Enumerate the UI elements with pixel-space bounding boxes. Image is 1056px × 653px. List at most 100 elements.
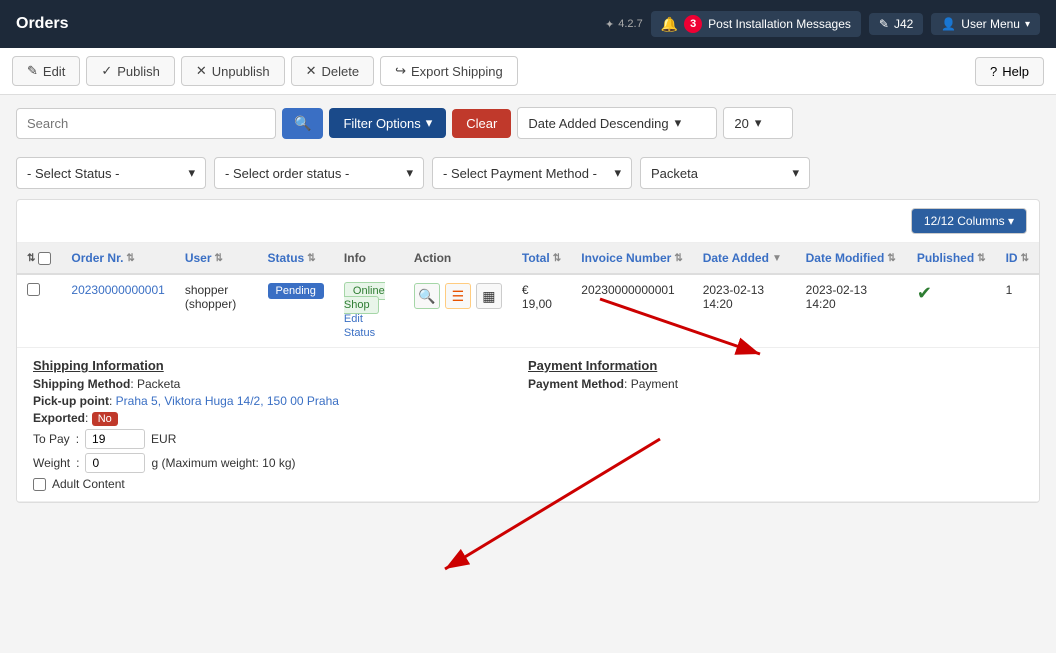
- td-date-modified: 2023-02-13 14:20: [796, 274, 907, 348]
- td-checkbox: [17, 274, 61, 348]
- notifications-label: Post Installation Messages: [708, 17, 851, 31]
- search-icon: 🔍: [294, 115, 311, 131]
- app-title: Orders: [16, 15, 605, 33]
- list-icon[interactable]: ☰: [445, 283, 471, 309]
- topay-label: To Pay: [33, 432, 70, 446]
- row-checkbox[interactable]: [27, 283, 40, 296]
- adult-content-label: Adult Content: [52, 477, 125, 491]
- search-button[interactable]: 🔍: [282, 108, 323, 139]
- notification-count: 3: [684, 15, 702, 33]
- pickup-link[interactable]: Praha 5, Viktora Huga 14/2, 150 00 Praha: [116, 394, 339, 408]
- j42-btn[interactable]: ✎ J42: [869, 13, 923, 35]
- payment-info-title: Payment Information: [528, 358, 1023, 373]
- shipping-select[interactable]: Packeta ▾: [640, 157, 810, 189]
- delete-icon: ✕: [306, 63, 317, 79]
- weight-label: Weight: [33, 456, 70, 470]
- order-status-select[interactable]: - Select order status - ▾: [214, 157, 424, 189]
- version-tag: ✦ 4.2.7: [605, 18, 643, 31]
- table-header-row: ⇅ Order Nr. ⇅ User ⇅: [17, 243, 1039, 274]
- x-icon: ✕: [196, 63, 207, 79]
- chevron-down-icon: ▾: [406, 165, 413, 181]
- payment-method-select[interactable]: - Select Payment Method - ▾: [432, 157, 632, 189]
- pickup-label: Pick-up point: [33, 394, 109, 408]
- content-area: 12/12 Columns ▾ ⇅ Order Nr. ⇅: [0, 199, 1056, 503]
- td-status: Pending: [258, 274, 334, 348]
- shipping-info-title: Shipping Information: [33, 358, 528, 373]
- help-icon: ?: [990, 64, 997, 79]
- orders-table-container: 12/12 Columns ▾ ⇅ Order Nr. ⇅: [16, 199, 1040, 503]
- th-id[interactable]: ID ⇅: [996, 243, 1039, 274]
- sort-select[interactable]: Date Added Descending ▾: [517, 107, 717, 139]
- info-grid: Shipping Information Shipping Method: Pa…: [33, 358, 1023, 491]
- edit-icon: ✎: [27, 63, 38, 79]
- weight-input[interactable]: [85, 453, 145, 473]
- published-check-icon: ✔: [917, 283, 932, 303]
- chevron-down-icon: ▾: [614, 165, 621, 181]
- orders-table: ⇅ Order Nr. ⇅ User ⇅: [17, 243, 1039, 502]
- unpublish-button[interactable]: ✕ Unpublish: [181, 56, 285, 86]
- shipping-info-col: Shipping Information Shipping Method: Pa…: [33, 358, 528, 491]
- th-action: Action: [404, 243, 512, 274]
- filter-options-button[interactable]: Filter Options ▾: [329, 108, 446, 138]
- publish-button[interactable]: ✓ Publish: [86, 56, 175, 86]
- user-menu-btn[interactable]: 👤 User Menu ▾: [931, 13, 1040, 35]
- user-icon: 👤: [941, 17, 956, 31]
- bell-icon: 🔔: [661, 16, 678, 33]
- columns-button[interactable]: 12/12 Columns ▾: [911, 208, 1027, 234]
- check-icon: ✓: [101, 63, 112, 79]
- chevron-down-icon: ▾: [792, 165, 799, 181]
- topay-input[interactable]: [85, 429, 145, 449]
- source-badge: Online Shop: [344, 282, 385, 314]
- th-date-modified[interactable]: Date Modified ⇅: [796, 243, 907, 274]
- adult-content-checkbox[interactable]: [33, 478, 46, 491]
- exported-row: Exported: No: [33, 411, 528, 425]
- payment-method-row: Payment Method: Payment: [528, 377, 1023, 391]
- delete-button[interactable]: ✕ Delete: [291, 56, 374, 86]
- order-link[interactable]: 20230000000001: [71, 283, 164, 297]
- user-name: shopper (shopper): [185, 283, 236, 311]
- select-all-checkbox[interactable]: [38, 252, 51, 265]
- view-icon[interactable]: 🔍: [414, 283, 440, 309]
- payment-method-label: Payment Method: [528, 377, 624, 391]
- exported-label: Exported: [33, 411, 85, 425]
- detail-row: Shipping Information Shipping Method: Pa…: [17, 348, 1039, 502]
- status-badge: Pending: [268, 283, 324, 299]
- status-select[interactable]: - Select Status - ▾: [16, 157, 206, 189]
- table-row: 20230000000001 shopper (shopper) Pending…: [17, 274, 1039, 348]
- td-invoice: 20230000000001: [571, 274, 692, 348]
- shipping-method-label: Shipping Method: [33, 377, 130, 391]
- th-user[interactable]: User ⇅: [175, 243, 258, 274]
- td-order-nr: 20230000000001: [61, 274, 174, 348]
- edit-status-link[interactable]: Edit Status: [344, 313, 375, 339]
- th-info: Info: [334, 243, 404, 274]
- exported-badge: No: [92, 412, 118, 426]
- td-info: Online Shop Edit Status: [334, 274, 404, 348]
- th-total[interactable]: Total ⇅: [512, 243, 571, 274]
- export-icon: ↪: [395, 63, 406, 79]
- td-user: shopper (shopper): [175, 274, 258, 348]
- filter-row: - Select Status - ▾ - Select order statu…: [0, 151, 1056, 199]
- th-checkbox: ⇅: [17, 243, 61, 274]
- chevron-down-icon: ▾: [675, 115, 682, 131]
- th-order-nr[interactable]: Order Nr. ⇅: [61, 243, 174, 274]
- th-date-added[interactable]: Date Added ▼: [693, 243, 796, 274]
- barcode-icon[interactable]: ▦: [476, 283, 502, 309]
- notifications-btn[interactable]: 🔔 3 Post Installation Messages: [651, 11, 861, 37]
- export-button[interactable]: ↪ Export Shipping: [380, 56, 518, 86]
- th-status[interactable]: Status ⇅: [258, 243, 334, 274]
- search-input[interactable]: [16, 108, 276, 139]
- th-published[interactable]: Published ⇅: [907, 243, 996, 274]
- td-date-added: 2023-02-13 14:20: [693, 274, 796, 348]
- chevron-down-icon: ▾: [426, 115, 433, 131]
- edit-button[interactable]: ✎ Edit: [12, 56, 80, 86]
- toolbar: ✎ Edit ✓ Publish ✕ Unpublish ✕ Delete ↪ …: [0, 48, 1056, 95]
- chevron-down-icon: ▾: [188, 165, 195, 181]
- td-id: 1: [996, 274, 1039, 348]
- chevron-down-icon: ▾: [755, 115, 762, 131]
- help-button[interactable]: ? Help: [975, 57, 1044, 86]
- action-icons: 🔍 ☰ ▦: [414, 283, 502, 309]
- clear-button[interactable]: Clear: [452, 109, 511, 138]
- payment-method-value: Payment: [631, 377, 678, 391]
- th-invoice[interactable]: Invoice Number ⇅: [571, 243, 692, 274]
- count-select[interactable]: 20 ▾: [723, 107, 793, 139]
